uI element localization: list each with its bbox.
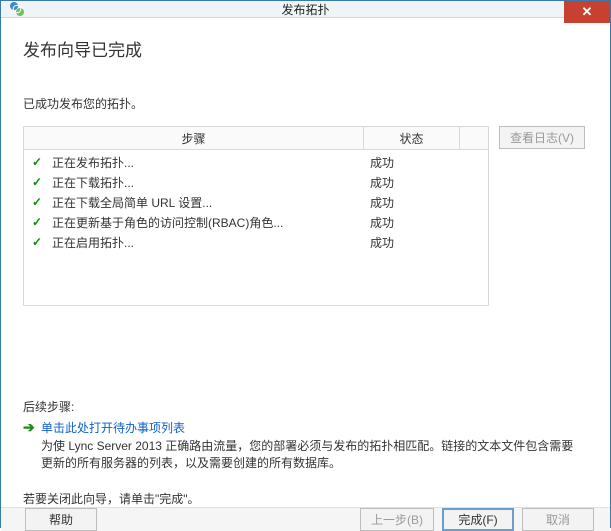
window-title: 发布拓扑 (1, 1, 610, 18)
steps-header: 步骤 状态 (24, 127, 488, 150)
step-state: 成功 (370, 174, 466, 191)
step-state: 成功 (370, 234, 466, 251)
app-icon (9, 1, 25, 17)
next-steps-section: 后续步骤: ➔ 单击此处打开待办事项列表 为使 Lync Server 2013… (23, 398, 588, 472)
step-state: 成功 (370, 194, 466, 211)
table-row[interactable]: ✓ 正在下载拓扑... 成功 (24, 172, 488, 192)
column-header-step[interactable]: 步骤 (24, 127, 364, 149)
next-steps-label: 后续步骤: (23, 398, 588, 415)
check-icon: ✓ (32, 195, 46, 209)
step-state: 成功 (370, 214, 466, 231)
page-heading: 发布向导已完成 (23, 36, 588, 61)
todo-description: 为使 Lync Server 2013 正确路由流量，您的部署必须与发布的拓扑相… (41, 438, 581, 472)
view-logs-button[interactable]: 查看日志(V) (499, 126, 585, 149)
column-header-state[interactable]: 状态 (364, 127, 460, 149)
step-label: 正在更新基于角色的访问控制(RBAC)角色... (46, 214, 370, 231)
close-instruction: 若要关闭此向导，请单击"完成"。 (23, 490, 588, 507)
content-area: 发布向导已完成 已成功发布您的拓扑。 步骤 状态 ✓ 正在发布拓扑... 成功 … (1, 18, 610, 507)
step-label: 正在发布拓扑... (46, 154, 370, 171)
title-bar: 发布拓扑 ✕ (1, 1, 610, 18)
check-icon: ✓ (32, 175, 46, 189)
table-row[interactable]: ✓ 正在启用拓扑... 成功 (24, 232, 488, 252)
step-state: 成功 (370, 154, 466, 171)
intro-text: 已成功发布您的拓扑。 (23, 95, 588, 112)
todo-row: ➔ 单击此处打开待办事项列表 (23, 419, 588, 436)
check-icon: ✓ (32, 235, 46, 249)
steps-table: 步骤 状态 ✓ 正在发布拓扑... 成功 ✓ 正在下载拓扑... 成功 (23, 126, 489, 306)
step-label: 正在下载全局简单 URL 设置... (46, 194, 370, 211)
steps-area: 步骤 状态 ✓ 正在发布拓扑... 成功 ✓ 正在下载拓扑... 成功 (23, 126, 588, 306)
open-todo-link[interactable]: 单击此处打开待办事项列表 (41, 419, 185, 436)
check-icon: ✓ (32, 155, 46, 169)
arrow-icon: ➔ (23, 419, 41, 435)
table-row[interactable]: ✓ 正在下载全局简单 URL 设置... 成功 (24, 192, 488, 212)
footer-bar: 帮助 上一步(B) 完成(F) 取消 (1, 507, 610, 531)
column-header-spacer (460, 127, 488, 149)
logs-button-wrap: 查看日志(V) (499, 126, 585, 149)
step-label: 正在下载拓扑... (46, 174, 370, 191)
table-row[interactable]: ✓ 正在更新基于角色的访问控制(RBAC)角色... 成功 (24, 212, 488, 232)
steps-body: ✓ 正在发布拓扑... 成功 ✓ 正在下载拓扑... 成功 ✓ 正在下载全局简单… (24, 150, 488, 252)
step-label: 正在启用拓扑... (46, 234, 370, 251)
check-icon: ✓ (32, 215, 46, 229)
close-icon: ✕ (582, 4, 593, 20)
wizard-window: 发布拓扑 ✕ 发布向导已完成 已成功发布您的拓扑。 步骤 状态 ✓ 正在发布拓扑… (0, 0, 611, 528)
window-close-button[interactable]: ✕ (564, 1, 610, 23)
table-row[interactable]: ✓ 正在发布拓扑... 成功 (24, 152, 488, 172)
